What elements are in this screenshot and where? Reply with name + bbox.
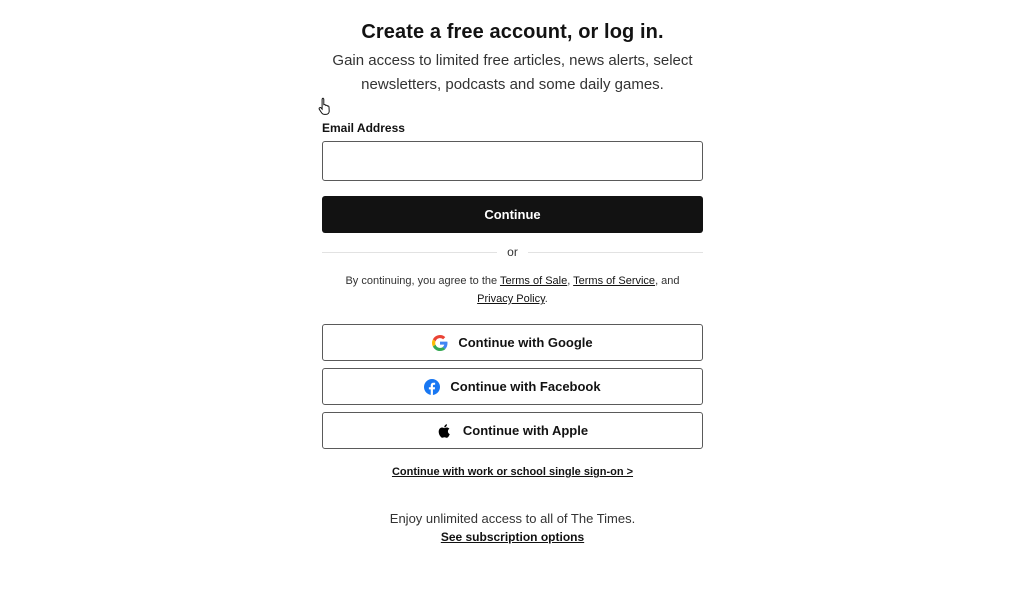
email-label: Email Address xyxy=(322,121,405,135)
terms-of-sale-link[interactable]: Terms of Sale xyxy=(500,275,567,287)
continue-with-google-button[interactable]: Continue with Google xyxy=(322,324,703,361)
legal-suffix: . xyxy=(544,293,548,305)
legal-prefix: By continuing, you agree to the xyxy=(345,275,500,287)
privacy-policy-link[interactable]: Privacy Policy xyxy=(477,293,545,305)
sso-link[interactable]: Continue with work or school single sign… xyxy=(322,466,703,478)
subscription-promo-text: Enjoy unlimited access to all of The Tim… xyxy=(389,511,636,526)
or-divider: or xyxy=(322,245,703,259)
page-subtitle: Gain access to limited free articles, ne… xyxy=(332,52,693,93)
email-input[interactable] xyxy=(322,141,703,181)
facebook-icon xyxy=(424,378,441,395)
google-icon xyxy=(432,334,448,351)
subscription-options-link[interactable]: See subscription options xyxy=(322,530,703,544)
apple-icon xyxy=(437,423,453,439)
continue-with-apple-button[interactable]: Continue with Apple xyxy=(322,412,703,449)
apple-button-label: Continue with Apple xyxy=(462,423,589,438)
continue-with-facebook-button[interactable]: Continue with Facebook xyxy=(322,368,703,405)
continue-button[interactable]: Continue xyxy=(322,196,703,233)
legal-sep-2: , and xyxy=(655,275,680,287)
auth-panel: Create a free account, or log in. Gain a… xyxy=(322,0,703,544)
legal-text: By continuing, you agree to the Terms of… xyxy=(322,272,703,308)
google-button-label: Continue with Google xyxy=(458,335,593,350)
facebook-button-label: Continue with Facebook xyxy=(450,379,601,394)
terms-of-service-link[interactable]: Terms of Service xyxy=(573,275,655,287)
page-title: Create a free account, or log in. xyxy=(361,21,664,43)
divider-text: or xyxy=(497,245,528,259)
